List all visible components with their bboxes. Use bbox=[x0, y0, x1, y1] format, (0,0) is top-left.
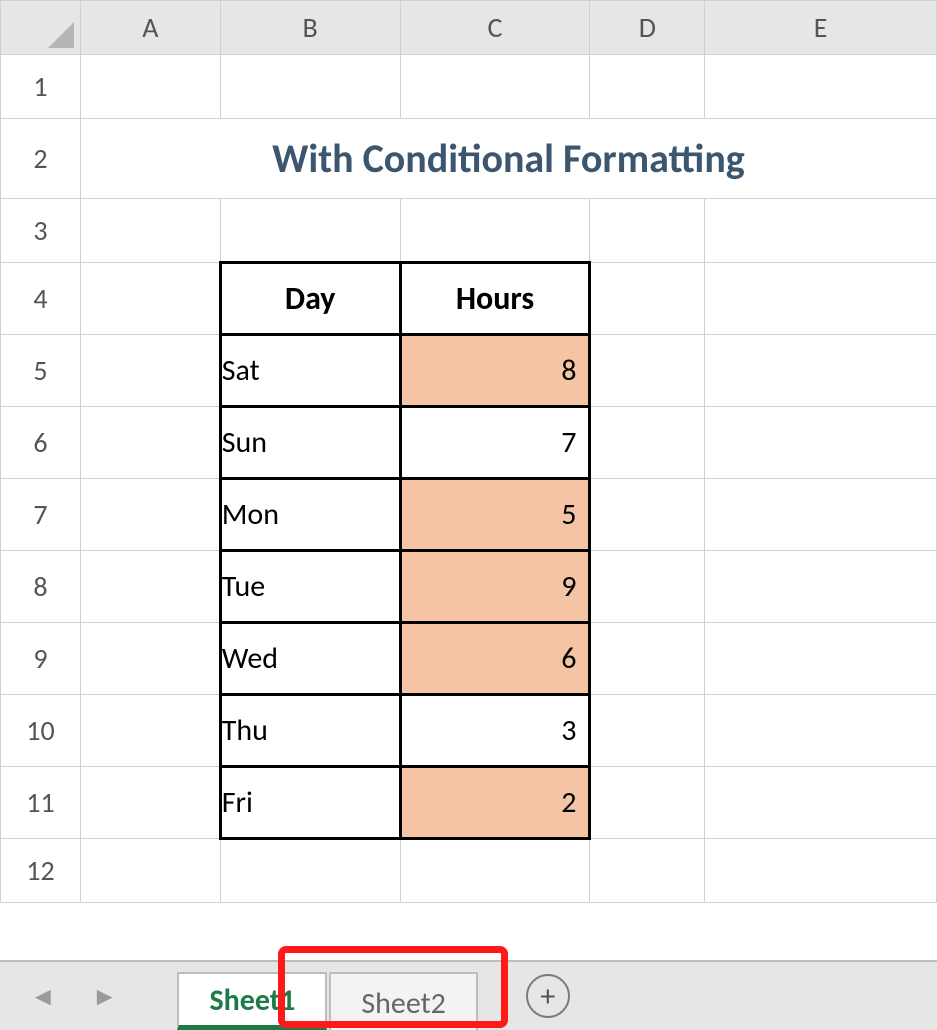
cell-E4[interactable] bbox=[705, 263, 937, 335]
cell-E1[interactable] bbox=[705, 55, 937, 119]
cell-hours-2[interactable]: 5 bbox=[400, 479, 590, 551]
cell-day-6[interactable]: Fri bbox=[220, 767, 400, 839]
cell-A3[interactable] bbox=[80, 199, 220, 263]
cell-C3[interactable] bbox=[400, 199, 590, 263]
cell-B1[interactable] bbox=[220, 55, 400, 119]
col-header-C[interactable]: C bbox=[400, 1, 590, 55]
row-header-6[interactable]: 6 bbox=[1, 407, 81, 479]
add-sheet-button[interactable]: + bbox=[526, 974, 570, 1018]
col-header-B[interactable]: B bbox=[220, 1, 400, 55]
cell-hours-4[interactable]: 6 bbox=[400, 623, 590, 695]
cell-A12[interactable] bbox=[80, 839, 220, 903]
cell-E10[interactable] bbox=[705, 695, 937, 767]
cell-day-4[interactable]: Wed bbox=[220, 623, 400, 695]
row-header-1[interactable]: 1 bbox=[1, 55, 81, 119]
cell-D11[interactable] bbox=[590, 767, 705, 839]
sheet-tab-inactive[interactable]: Sheet2 bbox=[329, 972, 478, 1030]
cell-A8[interactable] bbox=[80, 551, 220, 623]
cell-D8[interactable] bbox=[590, 551, 705, 623]
row-header-4[interactable]: 4 bbox=[1, 263, 81, 335]
col-header-A[interactable]: A bbox=[80, 1, 220, 55]
cell-day-2[interactable]: Mon bbox=[220, 479, 400, 551]
cell-day-1[interactable]: Sun bbox=[220, 407, 400, 479]
cell-A7[interactable] bbox=[80, 479, 220, 551]
cell-C1[interactable] bbox=[400, 55, 590, 119]
tab-nav-arrows: ◄ ► bbox=[30, 980, 117, 1012]
cell-D7[interactable] bbox=[590, 479, 705, 551]
cell-day-0[interactable]: Sat bbox=[220, 335, 400, 407]
cell-A10[interactable] bbox=[80, 695, 220, 767]
row-header-2[interactable]: 2 bbox=[1, 119, 81, 199]
row-header-8[interactable]: 8 bbox=[1, 551, 81, 623]
cell-hours-0[interactable]: 8 bbox=[400, 335, 590, 407]
select-all-corner[interactable] bbox=[1, 1, 81, 55]
col-header-E[interactable]: E bbox=[705, 1, 937, 55]
cell-A11[interactable] bbox=[80, 767, 220, 839]
row-header-5[interactable]: 5 bbox=[1, 335, 81, 407]
cell-A1[interactable] bbox=[80, 55, 220, 119]
cell-hours-3[interactable]: 9 bbox=[400, 551, 590, 623]
cell-E7[interactable] bbox=[705, 479, 937, 551]
cell-E8[interactable] bbox=[705, 551, 937, 623]
row-header-7[interactable]: 7 bbox=[1, 479, 81, 551]
cell-A6[interactable] bbox=[80, 407, 220, 479]
row-header-9[interactable]: 9 bbox=[1, 623, 81, 695]
row-header-11[interactable]: 11 bbox=[1, 767, 81, 839]
cell-D9[interactable] bbox=[590, 623, 705, 695]
select-all-triangle-icon bbox=[48, 22, 74, 48]
col-header-D[interactable]: D bbox=[590, 1, 705, 55]
cell-D10[interactable] bbox=[590, 695, 705, 767]
cell-E3[interactable] bbox=[705, 199, 937, 263]
sheet-tab-active[interactable]: Sheet1 bbox=[177, 972, 327, 1030]
cell-D1[interactable] bbox=[590, 55, 705, 119]
cell-D3[interactable] bbox=[590, 199, 705, 263]
cell-A5[interactable] bbox=[80, 335, 220, 407]
cell-hours-6[interactable]: 2 bbox=[400, 767, 590, 839]
cell-B12[interactable] bbox=[220, 839, 400, 903]
cell-E5[interactable] bbox=[705, 335, 937, 407]
cell-hours-1[interactable]: 7 bbox=[400, 407, 590, 479]
cell-B3[interactable] bbox=[220, 199, 400, 263]
cell-day-3[interactable]: Tue bbox=[220, 551, 400, 623]
cell-D4[interactable] bbox=[590, 263, 705, 335]
cell-E12[interactable] bbox=[705, 839, 937, 903]
cell-E9[interactable] bbox=[705, 623, 937, 695]
column-header-row: A B C D E bbox=[1, 1, 937, 55]
table-header-hours[interactable]: Hours bbox=[400, 263, 590, 335]
cell-A4[interactable] bbox=[80, 263, 220, 335]
spreadsheet[interactable]: A B C D E 1 2 With Conditional Formattin… bbox=[0, 0, 937, 903]
cell-D6[interactable] bbox=[590, 407, 705, 479]
cell-D12[interactable] bbox=[590, 839, 705, 903]
tab-nav-next-icon[interactable]: ► bbox=[92, 980, 118, 1012]
title-cell[interactable]: With Conditional Formatting bbox=[80, 119, 936, 199]
cell-C12[interactable] bbox=[400, 839, 590, 903]
worksheet-grid: A B C D E 1 2 With Conditional Formattin… bbox=[0, 0, 937, 903]
cell-D5[interactable] bbox=[590, 335, 705, 407]
row-header-12[interactable]: 12 bbox=[1, 839, 81, 903]
row-header-3[interactable]: 3 bbox=[1, 199, 81, 263]
tab-nav-prev-icon[interactable]: ◄ bbox=[30, 980, 56, 1012]
cell-A9[interactable] bbox=[80, 623, 220, 695]
sheet-tab-bar: ◄ ► Sheet1 Sheet2 + bbox=[0, 960, 937, 1030]
plus-icon: + bbox=[540, 978, 555, 1015]
table-header-day[interactable]: Day bbox=[220, 263, 400, 335]
cell-day-5[interactable]: Thu bbox=[220, 695, 400, 767]
row-header-10[interactable]: 10 bbox=[1, 695, 81, 767]
cell-E11[interactable] bbox=[705, 767, 937, 839]
cell-E6[interactable] bbox=[705, 407, 937, 479]
cell-hours-5[interactable]: 3 bbox=[400, 695, 590, 767]
